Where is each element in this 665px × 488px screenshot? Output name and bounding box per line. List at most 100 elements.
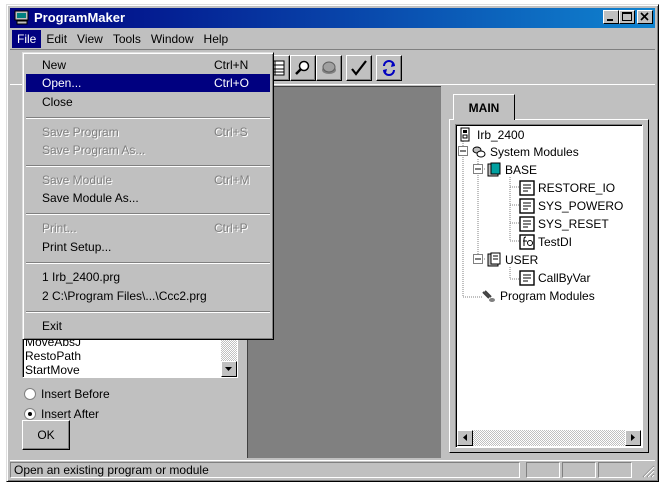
list-scrollbar[interactable] (221, 335, 237, 377)
search-icon (295, 60, 310, 75)
minimize-button[interactable] (603, 10, 619, 24)
menu-item-save-program: Save Program Ctrl+S (26, 123, 270, 141)
menu-edit[interactable]: Edit (41, 30, 72, 48)
menu-item-recent-2[interactable]: 2 C:\Program Files\...\Ccc2.prg (26, 287, 270, 305)
list-item[interactable]: StartMove (23, 363, 237, 377)
maximize-icon (622, 12, 632, 21)
modules-group-icon (472, 146, 486, 158)
menu-item-print: Print... Ctrl+P (26, 219, 270, 237)
menu-item-recent-1[interactable]: 1 Irb_2400.prg (26, 268, 270, 286)
scroll-down-button[interactable] (221, 361, 237, 377)
menu-item-label: Print Setup... (42, 240, 112, 254)
arrow-down-icon (225, 367, 232, 371)
tree-node-system-modules[interactable]: System Modules (471, 144, 579, 160)
menu-item-shortcut: Ctrl+M (214, 173, 250, 187)
robot-icon (460, 127, 470, 142)
tree-label: SYS_RESET (538, 217, 609, 231)
menu-separator (26, 117, 270, 119)
record-icon (322, 61, 336, 74)
procedure-icon (519, 216, 535, 232)
close-button[interactable] (637, 10, 653, 24)
insert-before-label: Insert Before (41, 387, 110, 401)
tree-label: Irb_2400 (477, 128, 525, 142)
insert-after-label: Insert After (41, 407, 100, 421)
menu-item-label: Exit (42, 319, 63, 333)
tree-node-sys-reset[interactable]: SYS_RESET (519, 216, 609, 232)
program-maker-window: ProgramMaker File Edit View Tools Window… (6, 4, 659, 482)
insert-after-radio[interactable] (24, 408, 36, 420)
insert-before-option[interactable]: Insert Before (24, 387, 110, 401)
scroll-left-button[interactable] (457, 430, 473, 446)
tree-node-testdi[interactable]: TestDI (519, 234, 572, 250)
toolbar-record-button[interactable] (316, 55, 342, 81)
menu-separator (26, 262, 270, 264)
tree-node-sys-powero[interactable]: SYS_POWERO (519, 198, 623, 214)
title-bar[interactable]: ProgramMaker (10, 8, 655, 28)
window-title: ProgramMaker (34, 10, 126, 25)
arrow-right-icon (631, 434, 635, 441)
menu-help[interactable]: Help (199, 30, 234, 48)
mdi-workspace (247, 86, 441, 458)
menu-item-label: Open... (42, 76, 82, 90)
insert-after-option[interactable]: Insert After (24, 407, 99, 421)
menu-item-label: Close (42, 95, 73, 109)
file-menu-dropdown: New Ctrl+N Open... Ctrl+O Close Save Pro… (22, 52, 274, 340)
tree-node-callbyvar[interactable]: CallByVar (519, 270, 590, 286)
menu-bar: File Edit View Tools Window Help (10, 29, 655, 48)
toolbar-search-button[interactable] (290, 55, 316, 81)
menu-item-label: Print... (42, 221, 77, 235)
list-item[interactable]: RestoPath (23, 349, 237, 363)
program-tree[interactable]: Irb_2400 System Modules BASE RESTORE_IO … (455, 124, 643, 448)
menu-item-label: 1 Irb_2400.prg (42, 270, 121, 284)
menu-view[interactable]: View (72, 30, 108, 48)
status-panel (562, 462, 596, 478)
menu-item-label: Save Program As... (42, 143, 146, 157)
menu-tools[interactable]: Tools (108, 30, 146, 48)
menu-item-shortcut: Ctrl+S (214, 125, 248, 139)
menu-window[interactable]: Window (146, 30, 199, 48)
scroll-right-button[interactable] (625, 430, 641, 446)
tree-label: Program Modules (500, 289, 595, 303)
tree-node-restore-io[interactable]: RESTORE_IO (519, 180, 615, 196)
menu-item-exit[interactable]: Exit (26, 317, 270, 335)
module-icon (487, 162, 501, 177)
menu-file[interactable]: File (12, 29, 42, 48)
tree-label: CallByVar (538, 271, 591, 285)
app-computer-icon (14, 10, 29, 25)
minimize-icon (607, 19, 613, 21)
tree-horizontal-scrollbar[interactable] (457, 430, 641, 446)
insert-before-radio[interactable] (24, 388, 36, 400)
menu-item-label: 2 C:\Program Files\...\Ccc2.prg (42, 289, 207, 303)
menu-item-print-setup[interactable]: Print Setup... (26, 238, 270, 256)
menu-item-label: Save Module (42, 173, 113, 187)
menu-item-new[interactable]: New Ctrl+N (26, 56, 270, 74)
menu-item-label: Save Program (42, 125, 119, 139)
menu-item-save-program-as: Save Program As... (26, 141, 270, 159)
ok-button[interactable]: OK (22, 420, 70, 450)
menu-item-label: Save Module As... (42, 191, 139, 205)
menu-separator (26, 311, 270, 313)
tree-node-user[interactable]: USER (486, 252, 538, 268)
toolbar-check-button[interactable] (346, 55, 372, 81)
procedure-icon (519, 180, 535, 196)
tree-label: System Modules (490, 145, 579, 159)
menu-separator (26, 213, 270, 215)
menu-item-open[interactable]: Open... Ctrl+O (26, 74, 270, 92)
tab-main[interactable]: MAIN (453, 94, 515, 120)
maximize-button[interactable] (619, 10, 635, 24)
tree-node-program-modules[interactable]: Program Modules (481, 288, 595, 304)
tree-label: BASE (505, 163, 538, 177)
tree-node-base[interactable]: BASE (486, 162, 537, 178)
menu-item-save-module-as[interactable]: Save Module As... (26, 189, 270, 207)
status-bar: Open an existing program or module (10, 460, 655, 478)
instruction-list[interactable]: MoveAbsJ RestoPath StartMove (22, 334, 238, 378)
tree-label: RESTORE_IO (538, 181, 616, 195)
menu-item-shortcut: Ctrl+N (214, 58, 249, 72)
menu-item-save-module: Save Module Ctrl+M (26, 171, 270, 189)
menu-item-close[interactable]: Close (26, 93, 270, 111)
arrow-left-icon (463, 434, 467, 441)
refresh-icon (383, 60, 395, 76)
tree-node-root[interactable]: Irb_2400 (458, 127, 524, 143)
resize-grip-icon[interactable] (641, 464, 655, 478)
toolbar-refresh-button[interactable] (376, 55, 402, 81)
